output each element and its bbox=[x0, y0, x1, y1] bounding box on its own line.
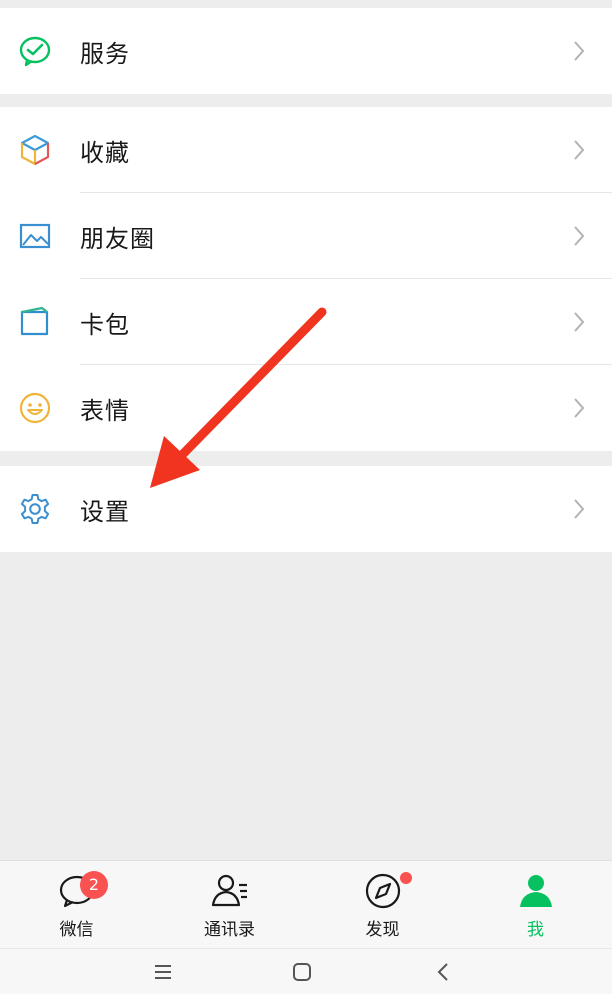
tab-label: 通讯录 bbox=[204, 920, 255, 940]
stickers-label: 表情 bbox=[80, 396, 130, 425]
chevron-right-icon bbox=[574, 41, 585, 61]
chevron-right-icon bbox=[574, 226, 585, 246]
home-icon[interactable] bbox=[290, 960, 314, 984]
contacts-icon bbox=[211, 874, 247, 907]
settings-label: 设置 bbox=[80, 497, 130, 526]
chevron-right-icon bbox=[574, 140, 585, 160]
compass-icon bbox=[365, 873, 400, 909]
wechat-pay-icon bbox=[18, 34, 52, 68]
menu-icon[interactable] bbox=[151, 960, 175, 984]
settings-row[interactable]: 设置 bbox=[0, 466, 612, 552]
smiley-icon bbox=[18, 391, 52, 425]
features-group: 收藏 朋友圈 卡包 表情 bbox=[0, 107, 612, 451]
picture-icon bbox=[18, 219, 52, 253]
services-label: 服务 bbox=[80, 39, 130, 68]
settings-group: 设置 bbox=[0, 466, 612, 552]
favorites-row[interactable]: 收藏 bbox=[0, 107, 612, 193]
tab-chats[interactable]: 2 微信 bbox=[0, 861, 153, 949]
gear-icon bbox=[18, 492, 52, 526]
person-icon bbox=[519, 875, 552, 907]
services-row[interactable]: 服务 bbox=[0, 8, 612, 94]
system-navigation-bar bbox=[0, 948, 612, 994]
moments-label: 朋友圈 bbox=[80, 224, 155, 253]
chevron-right-icon bbox=[574, 312, 585, 332]
wallet-icon bbox=[18, 305, 52, 339]
tab-label: 我 bbox=[527, 920, 544, 940]
tab-discover[interactable]: 发现 bbox=[306, 861, 459, 949]
cube-icon bbox=[18, 133, 52, 167]
tab-me[interactable]: 我 bbox=[459, 861, 612, 949]
stickers-row[interactable]: 表情 bbox=[0, 365, 612, 451]
services-group: 服务 bbox=[0, 8, 612, 94]
tab-label: 微信 bbox=[59, 920, 94, 940]
cards-label: 卡包 bbox=[80, 310, 130, 339]
bottom-tab-bar: 2 微信 通讯录 发现 我 bbox=[0, 860, 612, 948]
back-icon[interactable] bbox=[432, 960, 456, 984]
notification-dot bbox=[400, 872, 412, 884]
tab-label: 发现 bbox=[365, 920, 400, 940]
moments-row[interactable]: 朋友圈 bbox=[0, 193, 612, 279]
unread-badge: 2 bbox=[80, 871, 108, 899]
chevron-right-icon bbox=[574, 499, 585, 519]
cards-row[interactable]: 卡包 bbox=[0, 279, 612, 365]
favorites-label: 收藏 bbox=[80, 138, 130, 167]
chevron-right-icon bbox=[574, 398, 585, 418]
tab-contacts[interactable]: 通讯录 bbox=[153, 861, 306, 949]
